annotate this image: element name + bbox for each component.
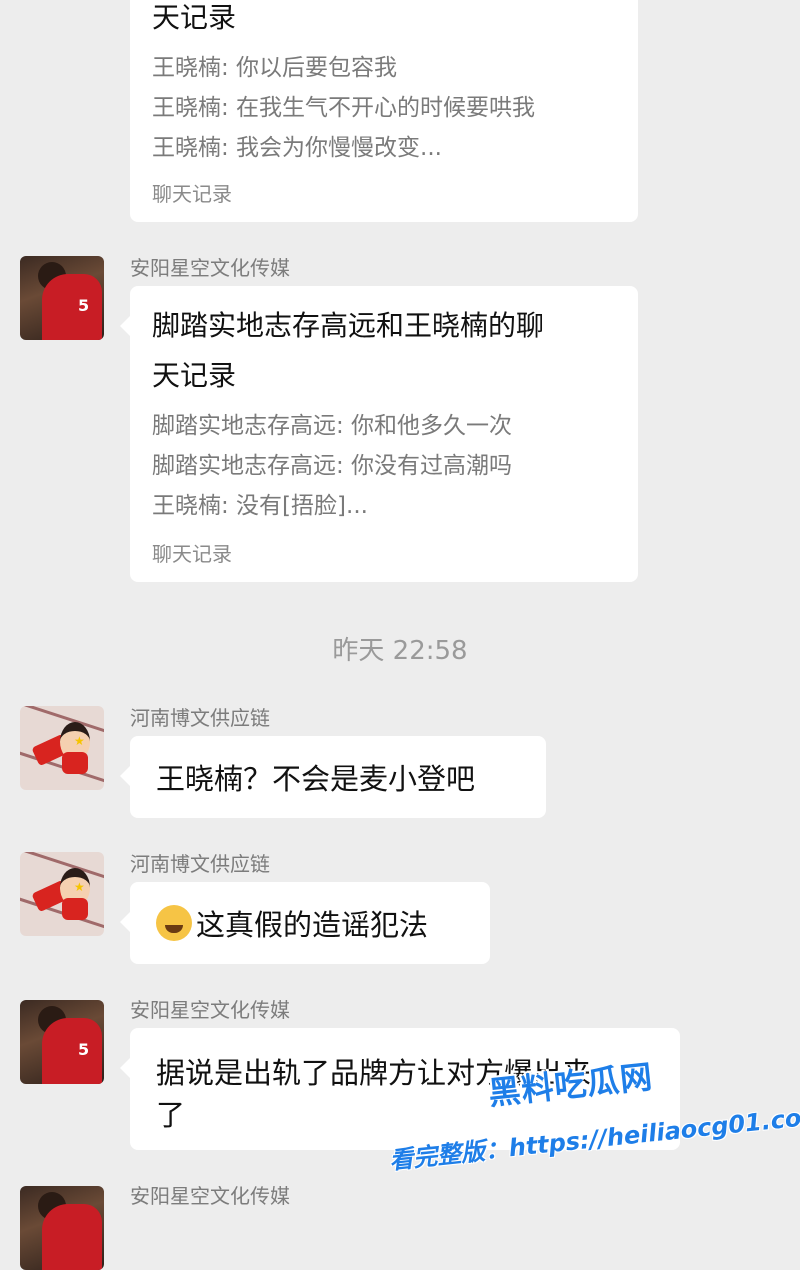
card-title: 天记录 [152,359,237,392]
crying-laughing-emoji [156,905,192,941]
chat-record-card[interactable]: 天记录 王晓楠: 你以后要包容我 王晓楠: 在我生气不开心的时候要哄我 王晓楠:… [130,0,638,222]
sender-name: 安阳星空文化传媒 [130,998,290,1022]
card-preview-line: 王晓楠: 你以后要包容我 [152,55,398,81]
avatar[interactable]: 5 [20,1000,104,1084]
chat-record-card[interactable]: 脚踏实地志存高远和王晓楠的聊 天记录 脚踏实地志存高远: 你和他多久一次 脚踏实… [120,286,638,582]
timestamp: 昨天 22:58 [332,636,468,666]
card-preview-line: 王晓楠: 我会为你慢慢改变... [152,135,442,161]
avatar[interactable]: ★ [20,852,104,936]
avatar[interactable]: ★ [20,706,104,790]
sender-name: 河南博文供应链 [130,852,270,876]
sender-name: 安阳星空文化传媒 [130,256,290,280]
message-text: 了 [156,1098,186,1132]
avatar[interactable]: 5 [20,256,104,340]
message-bubble[interactable]: 王晓楠？不会是麦小登吧 [120,736,546,818]
message-text: 这真假的造谣犯法 [156,902,428,944]
sender-name: 安阳星空文化传媒 [130,1184,290,1208]
card-type-label: 聊天记录 [152,542,232,566]
card-type-label: 聊天记录 [152,182,232,206]
card-preview-line: 脚踏实地志存高远: 你没有过高潮吗 [152,453,513,479]
card-preview-line: 王晓楠: 在我生气不开心的时候要哄我 [152,95,536,121]
avatar[interactable] [20,1186,104,1270]
card-preview-line: 王晓楠: 没有[捂脸]... [152,493,368,519]
card-title: 天记录 [152,1,237,34]
card-preview-line: 脚踏实地志存高远: 你和他多久一次 [152,413,513,439]
card-title: 脚踏实地志存高远和王晓楠的聊 [152,309,545,342]
sender-name: 河南博文供应链 [130,706,270,730]
message-bubble[interactable]: 这真假的造谣犯法 [120,882,490,964]
message-text: 王晓楠？不会是麦小登吧 [156,762,476,796]
